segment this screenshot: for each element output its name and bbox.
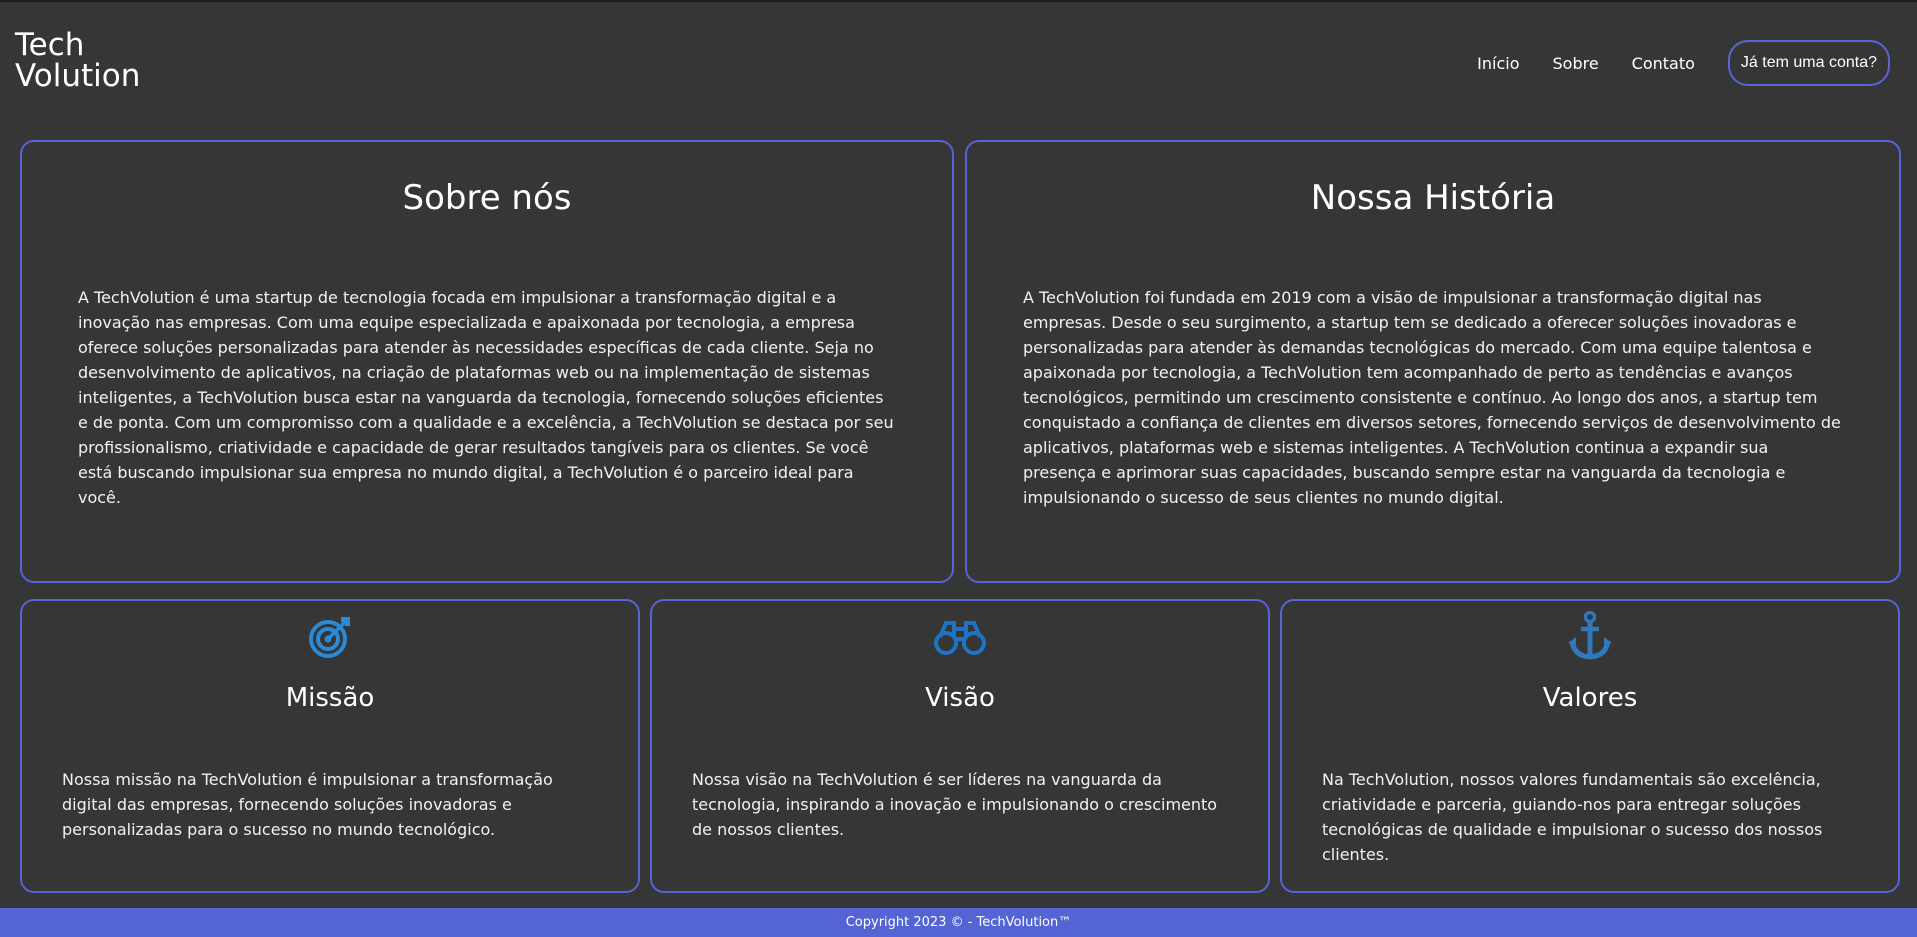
nav-link-contato[interactable]: Contato (1632, 54, 1695, 73)
anchor-icon (1568, 611, 1612, 660)
mission-text: Nossa missão na TechVolution é impulsion… (62, 770, 553, 839)
history-text: A TechVolution foi fundada em 2019 com a… (1023, 288, 1841, 507)
values-card: Valores Na TechVolution, nossos valores … (1280, 599, 1900, 893)
main-nav: Início Sobre Contato Já tem uma conta? (1477, 40, 1890, 86)
logo-line-1: Tech (15, 27, 85, 63)
about-title: Sobre nós (402, 178, 572, 218)
site-header: Tech Volution Início Sobre Contato Já te… (0, 2, 1917, 120)
login-button[interactable]: Já tem uma conta? (1727, 40, 1890, 86)
history-title: Nossa História (1310, 178, 1556, 218)
logo-line-2: Volution (15, 58, 141, 94)
vision-card: Visão Nossa visão na TechVolution é ser … (650, 599, 1270, 893)
about-card: Sobre nós A TechVolution é uma startup d… (20, 140, 954, 583)
copyright-text: Copyright 2023 © - TechVolution™ (845, 915, 1072, 930)
nav-link-sobre[interactable]: Sobre (1553, 54, 1599, 73)
history-card: Nossa História A TechVolution foi fundad… (965, 140, 1901, 583)
vision-text: Nossa visão na TechVolution é ser lídere… (692, 770, 1218, 839)
mission-title: Missão (285, 683, 375, 713)
vision-title: Visão (925, 683, 995, 713)
about-text: A TechVolution é uma startup de tecnolog… (78, 288, 894, 507)
site-logo[interactable]: Tech Volution (15, 30, 140, 92)
values-title: Valores (1542, 683, 1638, 713)
target-icon (309, 617, 350, 658)
mission-card: Missão Nossa missão na TechVolution é im… (20, 599, 640, 893)
nav-link-inicio[interactable]: Início (1477, 54, 1519, 73)
site-footer: Copyright 2023 © - TechVolution™ (0, 908, 1917, 937)
binoculars-icon (934, 621, 986, 655)
values-text: Na TechVolution, nossos valores fundamen… (1322, 770, 1823, 864)
